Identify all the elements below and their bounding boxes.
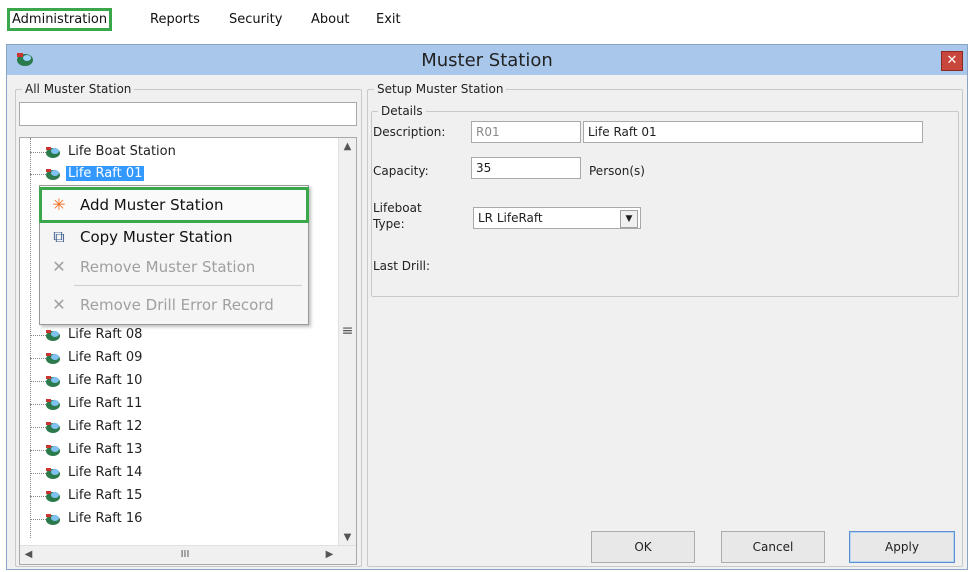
tree-item-label: Life Raft 15 — [68, 488, 143, 503]
apply-button[interactable]: Apply — [849, 531, 955, 563]
last-drill-label: Last Drill: — [373, 259, 431, 273]
capacity-unit-label: Person(s) — [589, 164, 645, 178]
tree-item[interactable]: Life Raft 11 — [20, 394, 338, 414]
copy-muster-station-menu-item[interactable]: ⧉ Copy Muster Station — [42, 222, 306, 252]
muster-station-icon — [46, 468, 60, 479]
muster-station-icon — [46, 169, 60, 180]
muster-station-icon — [46, 330, 60, 341]
copy-icon: ⧉ — [53, 227, 65, 246]
scroll-down-icon[interactable]: ▼ — [339, 529, 356, 546]
description-label: Description: — [373, 125, 446, 139]
remove-drill-error-record-label: Remove Drill Error Record — [80, 296, 274, 314]
all-muster-station-title: All Muster Station — [22, 82, 135, 96]
muster-station-icon — [46, 376, 60, 387]
tree-item[interactable]: Life Raft 10 — [20, 371, 338, 391]
muster-station-icon — [46, 445, 60, 456]
tree-horizontal-scrollbar[interactable]: ◀ III ▶ — [20, 545, 356, 564]
tree-item-label: Life Raft 01 — [66, 166, 145, 181]
details-title: Details — [378, 104, 426, 118]
lifeboat-type-label-line2: Type: — [373, 217, 405, 231]
ok-button[interactable]: OK — [591, 531, 695, 563]
muster-station-icon — [46, 422, 60, 433]
menu-bar: Administration Reports Security About Ex… — [0, 0, 971, 38]
muster-station-icon — [46, 399, 60, 410]
remove-muster-station-menu-item[interactable]: ✕ Remove Muster Station — [42, 252, 306, 282]
title-bar: Muster Station ✕ — [7, 45, 967, 75]
tree-item[interactable]: Life Raft 13 — [20, 440, 338, 460]
muster-station-icon — [46, 147, 60, 158]
tree-context-menu: ✳ Add Muster Station ⧉ Copy Muster Stati… — [39, 185, 309, 325]
add-muster-station-label: Add Muster Station — [80, 196, 224, 214]
description-name-field[interactable]: Life Raft 01 — [583, 121, 923, 143]
window-title: Muster Station — [421, 50, 553, 71]
x-icon: ✕ — [52, 257, 66, 276]
tree-item[interactable]: Life Raft 12 — [20, 417, 338, 437]
muster-station-icon — [46, 514, 60, 525]
tree-item-label: Life Raft 12 — [68, 419, 143, 434]
close-icon[interactable]: ✕ — [941, 51, 963, 71]
lifeboat-type-select[interactable]: LR LifeRaft ▼ — [473, 207, 641, 229]
muster-station-window: Muster Station ✕ All Muster Station Life… — [6, 44, 968, 570]
menu-separator — [74, 285, 302, 286]
tree-item-label: Life Raft 16 — [68, 511, 143, 526]
capacity-label: Capacity: — [373, 164, 429, 178]
lifeboat-type-value: LR LifeRaft — [478, 211, 543, 225]
tree-item-selected[interactable]: Life Raft 01 — [20, 164, 338, 184]
tree-item[interactable]: Life Raft 09 — [20, 348, 338, 368]
description-code-field[interactable]: R01 — [471, 121, 581, 143]
muster-station-icon — [46, 491, 60, 502]
lifeboat-type-label-line1: Lifeboat — [373, 201, 422, 215]
tree-item-label: Life Boat Station — [68, 144, 176, 159]
tree-item-label: Life Raft 10 — [68, 373, 143, 388]
tree-item-label: Life Raft 08 — [68, 327, 143, 342]
tree-item-label: Life Raft 09 — [68, 350, 143, 365]
scroll-right-icon[interactable]: ▶ — [321, 546, 338, 563]
setup-muster-station-title: Setup Muster Station — [374, 82, 507, 96]
tree-item-label: Life Raft 13 — [68, 442, 143, 457]
tree-item[interactable]: Life Raft 08 — [20, 325, 338, 345]
menu-exit[interactable]: Exit — [376, 12, 401, 27]
add-muster-station-menu-item[interactable]: ✳ Add Muster Station — [39, 187, 309, 223]
tree-item-label: Life Raft 11 — [68, 396, 143, 411]
tree-vertical-scrollbar[interactable]: ▲ ≡ ▼ — [338, 138, 356, 546]
tree-item[interactable]: Life Raft 16 — [20, 509, 338, 529]
scroll-thumb-grip-icon[interactable]: ≡ — [339, 323, 356, 340]
menu-reports[interactable]: Reports — [150, 12, 200, 27]
tree-item[interactable]: Life Raft 14 — [20, 463, 338, 483]
capacity-field[interactable]: 35 — [471, 157, 581, 179]
remove-drill-error-record-menu-item[interactable]: ✕ Remove Drill Error Record — [42, 290, 306, 320]
chevron-down-icon[interactable]: ▼ — [620, 210, 638, 228]
cancel-button[interactable]: Cancel — [721, 531, 825, 563]
scroll-up-icon[interactable]: ▲ — [339, 138, 356, 155]
tree-item-label: Life Raft 14 — [68, 465, 143, 480]
remove-muster-station-label: Remove Muster Station — [80, 258, 256, 276]
copy-muster-station-label: Copy Muster Station — [80, 228, 233, 246]
x-icon: ✕ — [52, 295, 66, 314]
tree-item[interactable]: Life Raft 15 — [20, 486, 338, 506]
hscroll-thumb-grip-icon[interactable]: III — [170, 546, 200, 563]
menu-security[interactable]: Security — [229, 12, 282, 27]
tree-item[interactable]: Life Boat Station — [20, 142, 338, 162]
menu-administration[interactable]: Administration — [6, 8, 113, 31]
scroll-left-icon[interactable]: ◀ — [20, 546, 37, 563]
asterisk-icon: ✳ — [52, 195, 66, 214]
filter-input[interactable] — [19, 102, 357, 126]
muster-station-icon — [46, 353, 60, 364]
menu-about[interactable]: About — [311, 12, 349, 27]
